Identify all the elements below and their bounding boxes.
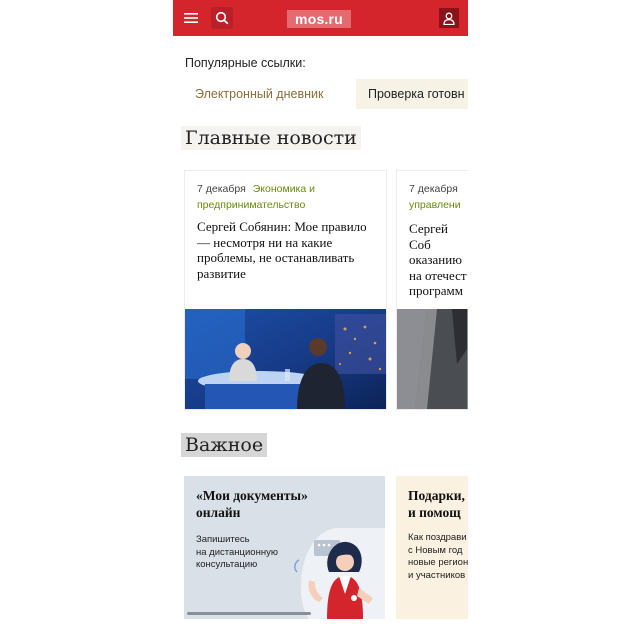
- news-headline[interactable]: Сергей Собянин: Мое правило — несмотря н…: [197, 219, 378, 281]
- news-card[interactable]: 7 декабря Экономика и предпринимательств…: [184, 170, 387, 410]
- news-date: 7 декабря: [197, 183, 246, 195]
- search-icon[interactable]: [211, 7, 233, 29]
- promo-card[interactable]: «Мои документы» онлайн Запишитесь на дис…: [184, 476, 385, 619]
- site-logo[interactable]: mos.ru: [287, 10, 351, 28]
- news-date: 7 декабря: [409, 183, 458, 195]
- link-electronic-diary[interactable]: Электронный дневник: [185, 79, 333, 109]
- consultant-illustration: [294, 528, 385, 619]
- user-icon[interactable]: [439, 8, 459, 28]
- promo-card[interactable]: Подарки, и помощ Как поздрави с Новым го…: [396, 476, 468, 619]
- mobile-viewport: mos.ru Популярные ссылки: Электронный дн…: [173, 0, 468, 640]
- scrollbar[interactable]: [187, 612, 311, 615]
- top-bar: mos.ru: [173, 0, 468, 36]
- menu-icon[interactable]: [181, 8, 201, 28]
- promo-title: «Мои документы» онлайн: [196, 488, 308, 520]
- popular-links-title: Популярные ссылки:: [185, 56, 306, 70]
- link-readiness-check[interactable]: Проверка готовн: [356, 79, 468, 109]
- promo-title: Подарки, и помощ: [408, 488, 465, 520]
- card-meta: 7 декабря Экономика и предпринимательств…: [197, 181, 378, 213]
- news-photo-tv-studio: [185, 309, 386, 409]
- news-card[interactable]: 7 декабря управлени Сергей Соб оказанию …: [396, 170, 468, 410]
- promo-text: Запишитесь на дистанционную консультацию: [196, 534, 278, 570]
- news-photo-laptop: [397, 309, 468, 409]
- card-meta: 7 декабря управлени: [409, 181, 468, 213]
- main-news-title: Главные новости: [181, 126, 361, 150]
- news-headline[interactable]: Сергей Соб оказанию на отечест программ: [409, 221, 468, 299]
- popular-links-row: Электронный дневник Проверка готовн: [185, 79, 468, 109]
- important-title: Важное: [181, 433, 268, 457]
- promo-text: Как поздрави с Новым год новые регион и …: [408, 532, 468, 581]
- news-category[interactable]: управлени: [409, 199, 461, 211]
